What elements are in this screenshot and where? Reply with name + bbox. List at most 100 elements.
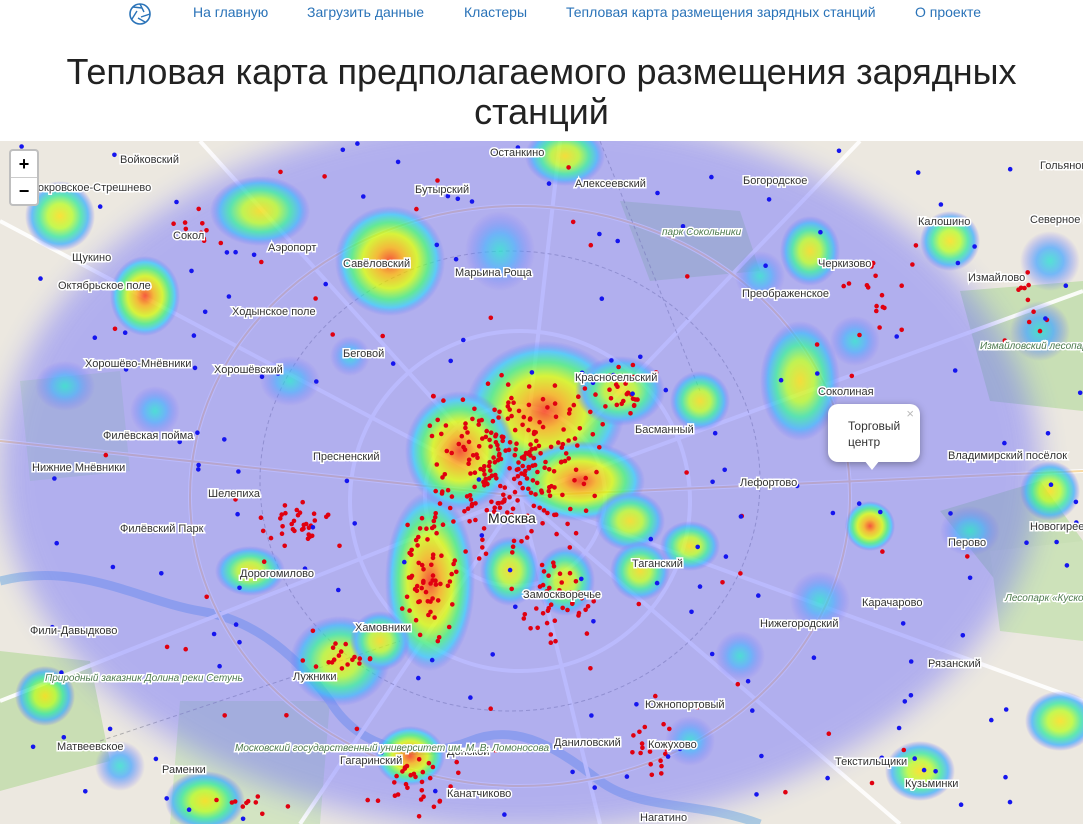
station-marker-red[interactable]: [435, 178, 440, 183]
station-marker-blue[interactable]: [416, 675, 421, 681]
station-marker-red[interactable]: [585, 604, 591, 609]
station-marker-red[interactable]: [631, 403, 637, 409]
station-marker-blue[interactable]: [634, 702, 639, 707]
station-marker-blue[interactable]: [122, 330, 128, 335]
station-marker-red[interactable]: [253, 800, 259, 805]
station-marker-red[interactable]: [582, 386, 588, 391]
station-marker-red[interactable]: [501, 492, 506, 498]
station-marker-blue[interactable]: [712, 430, 718, 436]
station-marker-red[interactable]: [528, 490, 534, 496]
station-marker-blue[interactable]: [599, 296, 605, 301]
station-marker-blue[interactable]: [955, 260, 961, 266]
station-marker-red[interactable]: [607, 387, 612, 392]
station-marker-red[interactable]: [1016, 287, 1021, 292]
station-marker-blue[interactable]: [310, 525, 316, 530]
station-marker-red[interactable]: [164, 644, 170, 650]
station-marker-red[interactable]: [325, 512, 331, 518]
station-marker-blue[interactable]: [52, 476, 57, 481]
station-marker-red[interactable]: [468, 471, 473, 476]
station-marker-red[interactable]: [551, 564, 557, 569]
station-marker-red[interactable]: [419, 779, 425, 785]
station-marker-red[interactable]: [485, 381, 491, 386]
station-marker-red[interactable]: [433, 488, 439, 494]
station-marker-blue[interactable]: [355, 141, 360, 146]
station-marker-red[interactable]: [874, 308, 879, 314]
station-marker-red[interactable]: [336, 653, 342, 658]
station-marker-red[interactable]: [648, 762, 653, 767]
station-marker-red[interactable]: [567, 570, 573, 576]
station-marker-red[interactable]: [445, 487, 451, 493]
station-marker-red[interactable]: [593, 392, 598, 397]
station-marker-red[interactable]: [529, 528, 534, 534]
station-marker-red[interactable]: [488, 430, 494, 436]
station-marker-red[interactable]: [575, 443, 580, 448]
station-marker-red[interactable]: [437, 799, 443, 804]
station-marker-red[interactable]: [460, 397, 466, 403]
station-marker-red[interactable]: [491, 455, 496, 460]
station-marker-red[interactable]: [563, 451, 569, 456]
station-marker-red[interactable]: [472, 406, 477, 412]
station-marker-red[interactable]: [509, 586, 514, 592]
station-marker-blue[interactable]: [1007, 799, 1013, 805]
station-marker-blue[interactable]: [615, 238, 620, 244]
station-marker-blue[interactable]: [54, 540, 59, 546]
station-marker-red[interactable]: [661, 721, 666, 727]
station-marker-red[interactable]: [870, 260, 876, 266]
station-marker-blue[interactable]: [237, 585, 242, 591]
station-marker-red[interactable]: [685, 274, 690, 279]
station-marker-red[interactable]: [486, 476, 492, 481]
station-marker-red[interactable]: [560, 605, 565, 611]
station-marker-red[interactable]: [637, 729, 642, 735]
station-marker-red[interactable]: [443, 423, 449, 428]
station-marker-blue[interactable]: [469, 199, 475, 204]
station-marker-red[interactable]: [546, 488, 552, 494]
station-marker-blue[interactable]: [153, 756, 159, 762]
station-marker-blue[interactable]: [222, 437, 227, 442]
station-marker-red[interactable]: [258, 515, 264, 520]
station-marker-blue[interactable]: [836, 148, 842, 154]
station-marker-red[interactable]: [521, 616, 527, 621]
station-marker-red[interactable]: [1026, 319, 1032, 325]
station-marker-red[interactable]: [431, 524, 437, 529]
station-marker-red[interactable]: [524, 476, 530, 481]
station-marker-blue[interactable]: [948, 511, 953, 516]
station-marker-red[interactable]: [526, 466, 532, 471]
station-marker-red[interactable]: [636, 601, 642, 607]
station-marker-red[interactable]: [474, 452, 479, 457]
station-marker-red[interactable]: [495, 457, 501, 463]
station-marker-red[interactable]: [592, 493, 597, 499]
station-marker-red[interactable]: [544, 620, 550, 626]
station-marker-blue[interactable]: [759, 753, 764, 759]
station-marker-red[interactable]: [521, 414, 527, 420]
station-marker-red[interactable]: [530, 478, 536, 483]
station-marker-red[interactable]: [313, 296, 318, 301]
station-marker-red[interactable]: [565, 607, 570, 613]
station-marker-red[interactable]: [526, 384, 532, 389]
station-marker-red[interactable]: [428, 599, 433, 604]
station-marker-blue[interactable]: [314, 379, 319, 384]
station-marker-blue[interactable]: [1064, 563, 1070, 568]
station-marker-red[interactable]: [510, 544, 516, 549]
station-marker-red[interactable]: [419, 585, 425, 591]
station-marker-red[interactable]: [588, 242, 594, 248]
station-marker-red[interactable]: [511, 476, 517, 482]
station-marker-red[interactable]: [200, 221, 205, 226]
station-marker-red[interactable]: [548, 632, 554, 637]
station-marker-red[interactable]: [380, 333, 386, 339]
station-marker-red[interactable]: [438, 581, 443, 587]
station-marker-red[interactable]: [514, 441, 519, 447]
popup-close-button[interactable]: ×: [906, 406, 914, 421]
station-marker-red[interactable]: [222, 713, 227, 718]
station-marker-red[interactable]: [468, 497, 474, 502]
station-marker-blue[interactable]: [433, 788, 438, 794]
station-marker-red[interactable]: [496, 415, 501, 420]
station-marker-red[interactable]: [540, 424, 546, 430]
station-marker-red[interactable]: [536, 443, 542, 449]
station-marker-blue[interactable]: [665, 754, 671, 759]
station-marker-red[interactable]: [352, 654, 357, 660]
station-marker-red[interactable]: [548, 602, 554, 607]
station-marker-red[interactable]: [405, 522, 410, 528]
station-marker-blue[interactable]: [186, 807, 192, 812]
station-marker-red[interactable]: [112, 326, 118, 332]
station-marker-blue[interactable]: [754, 792, 759, 797]
